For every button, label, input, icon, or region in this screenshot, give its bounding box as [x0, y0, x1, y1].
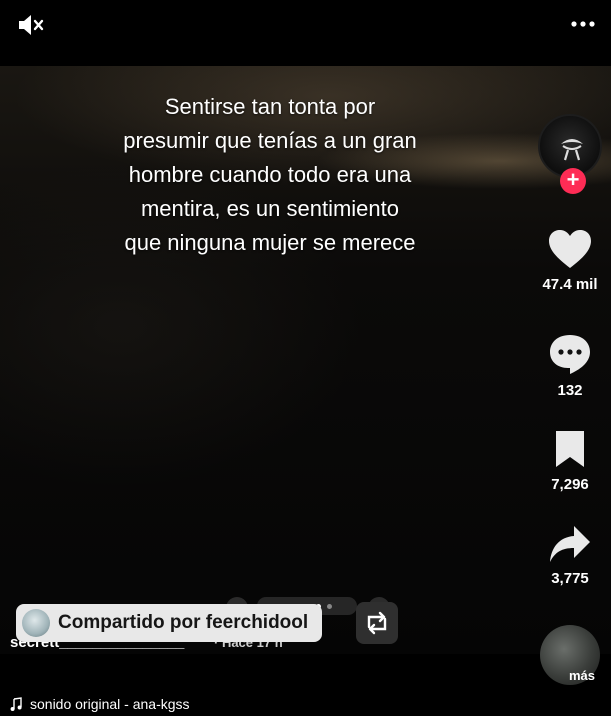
- mute-button[interactable]: [16, 12, 46, 38]
- bookmark-icon: [556, 431, 584, 467]
- carousel-dot: [326, 603, 332, 609]
- comment-button[interactable]: 132: [530, 332, 610, 399]
- sound-label: sonido original - ana-kgss: [30, 696, 190, 712]
- more-dots-icon: [571, 21, 595, 27]
- sound-link[interactable]: sonido original - ana-kgss: [10, 696, 190, 712]
- save-count: 7,296: [551, 476, 589, 493]
- music-note-icon: [10, 697, 22, 711]
- share-count: 3,775: [551, 570, 589, 587]
- follow-button[interactable]: +: [560, 168, 586, 194]
- sharer-avatar: [22, 609, 50, 637]
- like-count: 47.4 mil: [542, 276, 598, 293]
- share-arrow-icon: [550, 526, 590, 562]
- comment-count: 132: [557, 382, 583, 399]
- heart-icon: [549, 230, 591, 268]
- more-text-link[interactable]: más: [569, 668, 595, 683]
- more-options-button[interactable]: [569, 14, 597, 34]
- shared-by-label: Compartido por feerchidool: [58, 612, 309, 633]
- save-button[interactable]: 7,296: [530, 428, 610, 493]
- comment-bubble-icon: [550, 335, 590, 374]
- creator-avatar-wrap: +: [538, 114, 602, 194]
- like-button[interactable]: 47.4 mil: [530, 228, 610, 293]
- muted-speaker-icon: [19, 15, 44, 35]
- shared-by-pill[interactable]: Compartido por feerchidool: [16, 604, 323, 642]
- repost-button[interactable]: [356, 602, 398, 644]
- share-button[interactable]: 3,775: [530, 524, 610, 587]
- repost-icon: [367, 611, 387, 635]
- avatar-logo-icon: [561, 139, 583, 161]
- video-caption: Sentirse tan tonta por presumir que tení…: [123, 94, 417, 255]
